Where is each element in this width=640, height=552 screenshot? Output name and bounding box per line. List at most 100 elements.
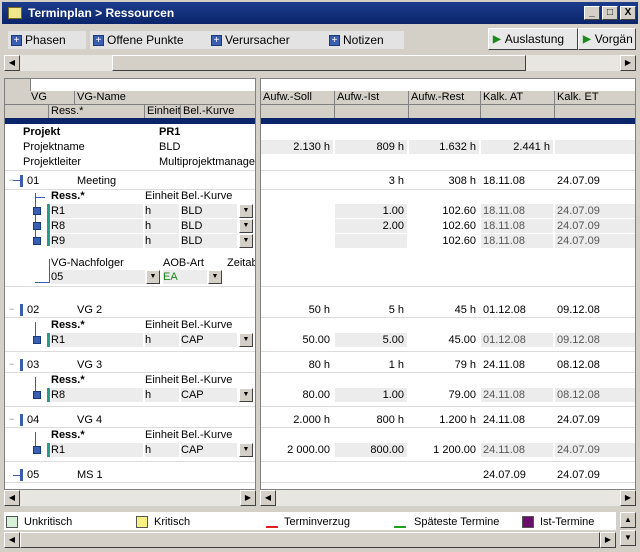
resource-cell[interactable]: R1 xyxy=(51,204,143,218)
resource-cell[interactable]: R1 xyxy=(51,333,143,347)
res-et: 24.07.09 xyxy=(555,234,635,248)
ms-at: 24.07.09 xyxy=(483,469,526,481)
col-kalk-et-header[interactable]: Kalk. ET xyxy=(555,91,635,105)
curve-dropdown[interactable]: ▼ xyxy=(239,219,253,233)
top-scrollbar[interactable]: ◀ ▶ xyxy=(4,55,636,71)
notizen-button[interactable]: + Notizen xyxy=(326,31,404,49)
vg-name[interactable]: VG 3 xyxy=(77,358,102,372)
auslastung-button[interactable]: ▶ Auslastung xyxy=(488,28,578,50)
col-einheit-header[interactable]: Einheit xyxy=(145,105,181,119)
scroll-thumb[interactable] xyxy=(112,55,526,71)
collapse-icon[interactable]: − xyxy=(9,302,14,316)
res-ist[interactable]: 800.00 xyxy=(335,443,407,457)
col-vg-header[interactable]: VG xyxy=(29,91,75,105)
res-ist[interactable] xyxy=(335,234,407,248)
vg-number: 02 xyxy=(27,304,40,316)
res-ist[interactable]: 5.00 xyxy=(335,333,407,347)
projekt-rest: 1.632 h xyxy=(409,140,479,154)
scroll-left-button[interactable]: ◀ xyxy=(260,490,276,506)
curve-dropdown[interactable]: ▼ xyxy=(239,204,253,218)
scroll-left-button[interactable]: ◀ xyxy=(4,55,20,71)
aob-art-dropdown[interactable]: ▼ xyxy=(208,270,222,284)
scroll-up-button[interactable]: ▲ xyxy=(620,512,636,528)
col-aufw-soll-header[interactable]: Aufw.-Soll xyxy=(261,91,335,105)
res-ist[interactable]: 1.00 xyxy=(335,388,407,402)
res-rest[interactable]: 102.60 xyxy=(409,234,479,248)
col-belkurve-header[interactable]: Bel.-Kurve xyxy=(181,105,255,119)
collapse-icon[interactable]: − xyxy=(9,412,14,426)
unit-cell[interactable]: h xyxy=(145,443,179,457)
curve-cell[interactable]: CAP xyxy=(181,443,237,457)
offene-punkte-button[interactable]: + Offene Punkte xyxy=(90,31,208,49)
unit-cell[interactable]: h xyxy=(145,204,179,218)
res-rest[interactable]: 1 200.00 xyxy=(409,443,479,457)
res-rest[interactable]: 79.00 xyxy=(409,388,479,402)
curve-dropdown[interactable]: ▼ xyxy=(239,333,253,347)
curve-dropdown[interactable]: ▼ xyxy=(239,234,253,248)
res-ist[interactable]: 1.00 xyxy=(335,204,407,218)
res-ist[interactable]: 2.00 xyxy=(335,219,407,233)
col-aufw-ist-header[interactable]: Aufw.-Ist xyxy=(335,91,409,105)
vg-at: 24.11.08 xyxy=(483,414,526,426)
res-et: 24.07.09 xyxy=(555,443,635,457)
maximize-button[interactable]: □ xyxy=(602,6,618,20)
curve-dropdown[interactable]: ▼ xyxy=(239,443,253,457)
aob-art-cell[interactable]: EA xyxy=(163,270,207,284)
scroll-left-button[interactable]: ◀ xyxy=(4,490,20,506)
scroll-right-button[interactable]: ▶ xyxy=(600,532,616,548)
collapse-icon[interactable]: − xyxy=(9,173,14,187)
nachfolger-cell[interactable]: 05 xyxy=(51,270,145,284)
col-aufw-rest-header[interactable]: Aufw.-Rest xyxy=(409,91,481,105)
resource-node-icon xyxy=(33,336,41,344)
scroll-left-button[interactable]: ◀ xyxy=(4,532,20,548)
milestone-name[interactable]: MS 1 xyxy=(77,468,103,482)
left-hscrollbar[interactable]: ◀ ▶ xyxy=(4,490,256,506)
resource-cell[interactable]: R9 xyxy=(51,234,143,248)
scroll-thumb[interactable] xyxy=(20,532,600,548)
curve-cell[interactable]: BLD xyxy=(181,219,237,233)
nachfolger-dropdown[interactable]: ▼ xyxy=(146,270,160,284)
right-hscrollbar[interactable]: ◀ ▶ xyxy=(260,490,636,506)
curve-cell[interactable]: BLD xyxy=(181,234,237,248)
unit-cell[interactable]: h xyxy=(145,388,179,402)
col-vg-name-header[interactable]: VG-Name xyxy=(75,91,255,105)
resource-cell[interactable]: R8 xyxy=(51,219,143,233)
scroll-down-button[interactable]: ▼ xyxy=(620,530,636,546)
resource-cell[interactable]: R8 xyxy=(51,388,143,402)
res-rest[interactable]: 102.60 xyxy=(409,204,479,218)
phasen-button[interactable]: + Phasen xyxy=(8,31,86,49)
collapse-icon[interactable]: − xyxy=(9,357,14,371)
resource-cell[interactable]: R1 xyxy=(51,443,143,457)
vg-ist: 5 h xyxy=(388,304,404,316)
verursacher-button[interactable]: + Verursacher xyxy=(208,31,326,49)
vg-rest: 1.200 h xyxy=(439,414,476,426)
col-ress-header[interactable]: Ress.* xyxy=(49,105,145,119)
legend-scrollbar[interactable]: ◀ ▶ xyxy=(4,532,616,548)
ms-et: 24.07.09 xyxy=(557,469,600,481)
res-soll[interactable]: 50.00 xyxy=(261,333,333,347)
minimize-button[interactable]: _ xyxy=(584,6,600,20)
curve-cell[interactable]: CAP xyxy=(181,388,237,402)
scroll-right-button[interactable]: ▶ xyxy=(620,490,636,506)
unit-cell[interactable]: h xyxy=(145,219,179,233)
close-button[interactable]: X xyxy=(620,6,636,20)
vorgaenger-button[interactable]: ▶ Vorgän xyxy=(578,28,636,50)
res-at: 24.11.08 xyxy=(481,388,553,402)
scroll-right-button[interactable]: ▶ xyxy=(620,55,636,71)
col-kalk-at-header[interactable]: Kalk. AT xyxy=(481,91,555,105)
vg-name[interactable]: Meeting xyxy=(77,174,116,188)
res-soll[interactable]: 2 000.00 xyxy=(261,443,333,457)
curve-cell[interactable]: CAP xyxy=(181,333,237,347)
res-rest[interactable]: 45.00 xyxy=(409,333,479,347)
curve-dropdown[interactable]: ▼ xyxy=(239,388,253,402)
unit-cell[interactable]: h xyxy=(145,333,179,347)
scroll-right-button[interactable]: ▶ xyxy=(240,490,256,506)
res-soll[interactable]: 80.00 xyxy=(261,388,333,402)
col-blank xyxy=(5,105,49,119)
vg-name[interactable]: VG 4 xyxy=(77,413,102,427)
einheit-subheader: Einheit xyxy=(145,190,179,202)
res-rest[interactable]: 102.60 xyxy=(409,219,479,233)
unit-cell[interactable]: h xyxy=(145,234,179,248)
vg-name[interactable]: VG 2 xyxy=(77,303,102,317)
curve-cell[interactable]: BLD xyxy=(181,204,237,218)
